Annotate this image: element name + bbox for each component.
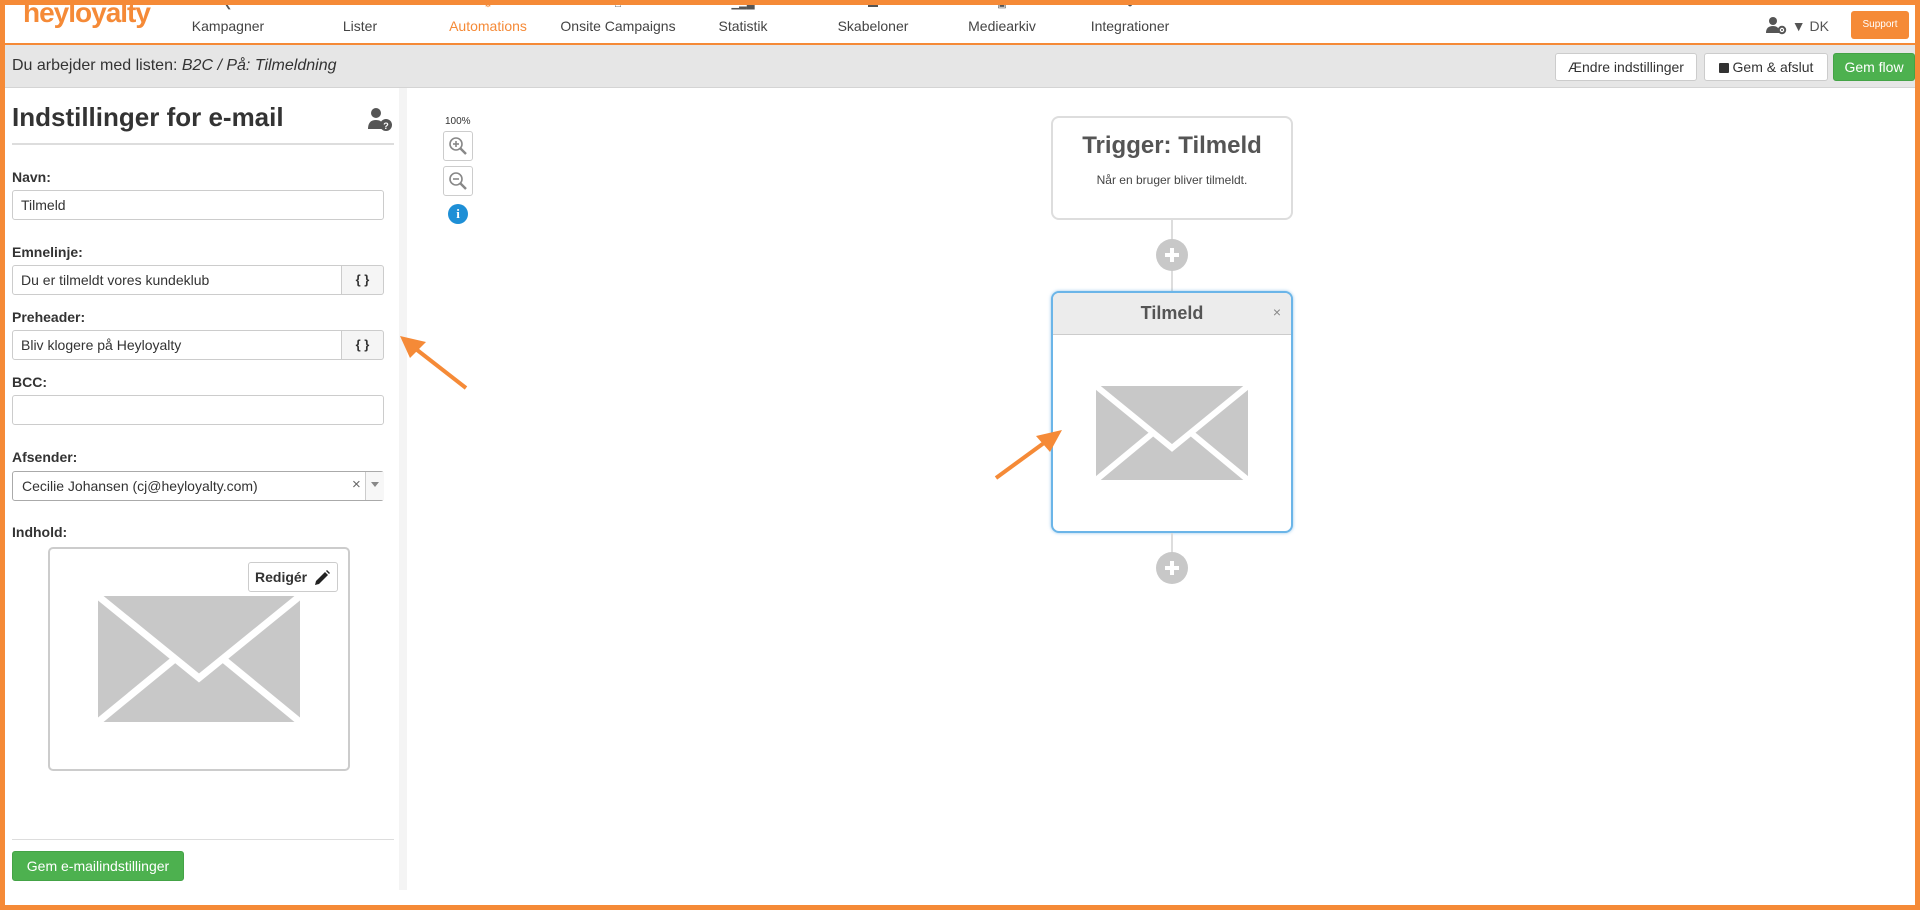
top-navigation: heyloyalty ❮ Kampagner ── Lister ⚙ Autom… [5,0,1915,45]
annotation-arrow [400,336,468,390]
statistics-icon: ▁▂▃ [731,0,755,10]
user-help-icon[interactable]: ? [367,106,393,132]
add-step-button[interactable] [1156,552,1188,584]
save-email-settings-button[interactable]: Gem e-mailindstillinger [12,851,184,881]
zoom-in-button[interactable] [443,131,473,161]
title-divider [12,143,394,145]
add-step-button[interactable] [1156,239,1188,271]
email-node[interactable]: Tilmeld × [1051,291,1293,533]
name-input[interactable] [12,190,384,220]
zoom-level: 100% [445,116,471,127]
heyloyalty-logo[interactable]: heyloyalty [23,0,151,29]
edit-content-button[interactable]: Redigér [248,562,338,592]
footer-divider [12,839,394,840]
save-and-exit-label: Gem & afslut [1732,59,1814,75]
user-settings-icon[interactable] [1765,15,1787,35]
context-bar: Du arbejder med listen: B2C / På: Tilmel… [5,45,1915,88]
clear-sender-icon[interactable]: × [352,476,361,493]
subject-placeholder-button[interactable]: { } [342,265,384,295]
sender-selected-value: Cecilie Johansen (cj@heyloyalty.com) [22,478,258,494]
current-list-info: Du arbejder med listen: B2C / På: Tilmel… [12,57,336,75]
nav-statistik[interactable]: ▁▂▃ Statistik [668,0,818,43]
zoom-out-icon [449,172,467,190]
save-and-exit-button[interactable]: Gem & afslut [1704,53,1828,81]
list-name: B2C [181,57,213,74]
info-icon[interactable]: i [448,204,468,224]
bcc-input[interactable] [12,395,384,425]
template-icon: ▬ [868,0,878,10]
pencil-icon [315,570,330,585]
subject-label: Emnelinje: [12,244,83,260]
name-label: Navn: [12,169,51,185]
envelope-icon [1096,386,1248,480]
change-settings-button[interactable]: Ændre indstillinger [1555,53,1697,81]
email-node-header: Tilmeld × [1053,293,1291,335]
preheader-placeholder-button[interactable]: { } [342,330,384,360]
email-settings-panel: Indstillinger for e-mail ? Navn: Emnelin… [5,88,407,890]
nav-skabeloner[interactable]: ▬ Skabeloner [798,0,948,43]
nav-integrationer[interactable]: ● Integrationer [1055,0,1205,43]
panel-title: Indstillinger for e-mail [12,102,284,132]
email-node-title: Tilmeld [1140,303,1204,323]
nav-automations[interactable]: ⚙ Automations [413,0,563,43]
preheader-label: Preheader: [12,309,86,325]
subject-input[interactable] [12,265,342,295]
trigger-title: Trigger: Tilmeld [1082,132,1262,159]
trigger-name: Tilmeldning [254,57,337,74]
sender-select[interactable]: Cecilie Johansen (cj@heyloyalty.com) × [12,471,384,501]
preheader-input[interactable] [12,330,342,360]
trigger-separator: / På: [217,57,251,74]
content-label: Indhold: [12,524,68,540]
envelope-icon [98,596,300,722]
list-prefix: Du arbejder med listen: [12,57,178,74]
language-selector[interactable]: ▼ DK [1792,18,1829,34]
svg-text:?: ? [383,121,389,131]
zoom-in-icon [449,137,467,155]
edit-content-label: Redigér [255,569,308,585]
trigger-node[interactable]: Trigger: Tilmeld Når en bruger bliver ti… [1051,116,1293,220]
email-content-preview[interactable]: Redigér [48,547,350,771]
save-icon [1718,63,1729,73]
zoom-out-button[interactable] [443,166,473,196]
bcc-label: BCC: [12,374,47,390]
nav-kampagner[interactable]: ❮ Kampagner [153,0,303,43]
integration-icon: ● [1126,0,1134,10]
support-button[interactable]: Support [1851,11,1909,39]
automation-icon: ⚙ [483,0,493,10]
save-flow-button[interactable]: Gem flow [1833,53,1915,81]
campaign-icon: ❮ [223,0,233,10]
close-icon[interactable]: × [1273,304,1281,320]
trigger-description: Når en bruger bliver tilmeldt. [1096,173,1248,187]
annotation-arrow [994,430,1062,480]
chevron-down-icon[interactable] [365,472,384,500]
sender-label: Afsender: [12,449,78,465]
